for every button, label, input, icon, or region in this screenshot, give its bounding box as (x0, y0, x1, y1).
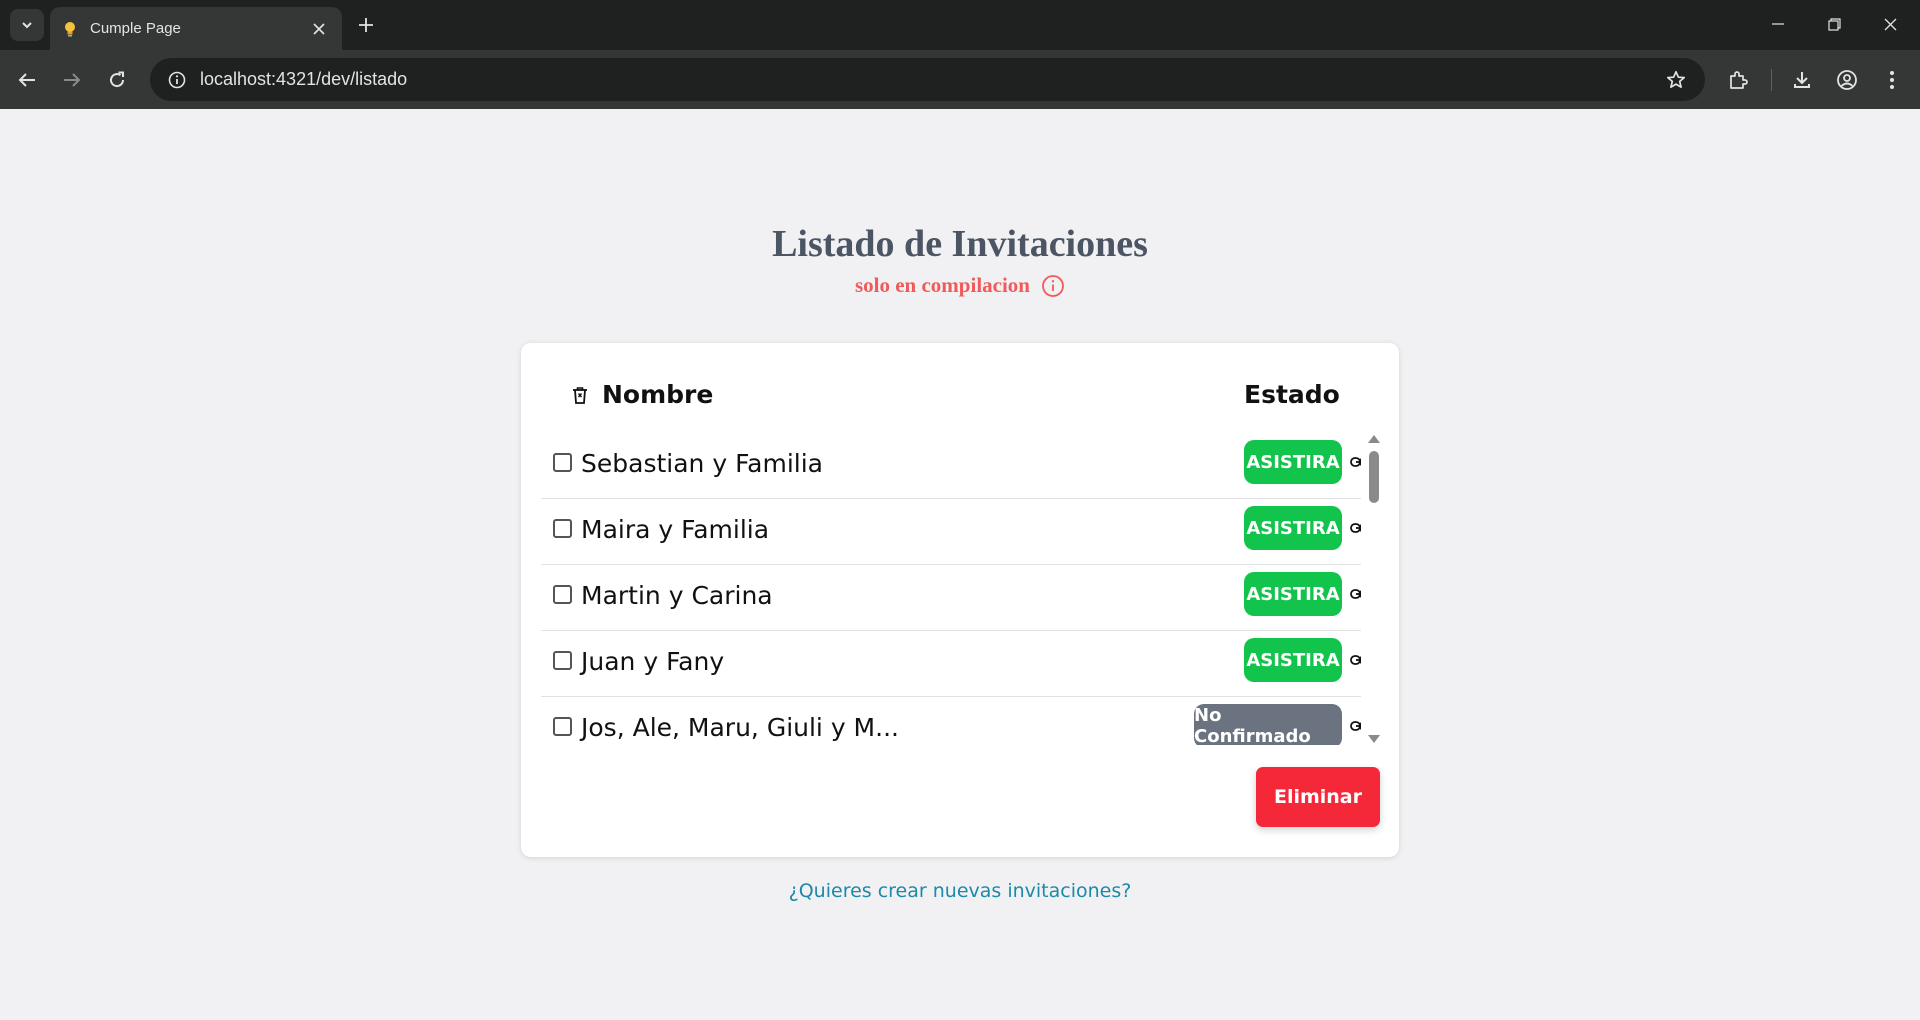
download-icon (1794, 72, 1810, 88)
minimize-icon (1772, 23, 1784, 25)
arrow-left-icon (18, 73, 35, 87)
table-header: Nombre Estado (551, 375, 1371, 415)
extensions-button[interactable] (1722, 64, 1754, 96)
minimize-button[interactable] (1758, 8, 1798, 40)
invitations-card: Nombre Estado Sebastian y Familia ASISTI… (521, 343, 1399, 857)
row-checkbox[interactable] (553, 519, 572, 538)
link-icon[interactable] (1349, 651, 1361, 669)
menu-button[interactable] (1876, 64, 1908, 96)
reload-icon (110, 71, 125, 88)
tab-search-button[interactable] (10, 9, 44, 41)
profile-button[interactable] (1831, 64, 1863, 96)
table-row: Juan y Fany ASISTIRA (541, 631, 1361, 697)
column-header-nombre: Nombre (602, 380, 714, 409)
guest-name: Juan y Fany (581, 647, 725, 676)
tab-active[interactable]: Cumple Page (50, 7, 342, 50)
table-row: Jos, Ale, Maru, Giuli y M... No Confirma… (541, 697, 1361, 745)
row-checkbox[interactable] (553, 717, 572, 736)
table-row: Sebastian y Familia ASISTIRA (541, 433, 1361, 499)
guest-name: Sebastian y Familia (581, 449, 823, 478)
status-badge: ASISTIRA (1244, 440, 1342, 484)
tab-strip: Cumple Page (0, 0, 1920, 50)
row-checkbox[interactable] (553, 453, 572, 472)
lightbulb-icon (62, 21, 78, 37)
account-icon (1837, 70, 1857, 90)
puzzle-icon (1730, 71, 1748, 89)
row-checkbox[interactable] (553, 651, 572, 670)
chevron-down-icon (22, 22, 32, 29)
scrollbar-thumb[interactable] (1369, 451, 1379, 503)
more-vertical-icon (1890, 71, 1894, 89)
scroll-down-arrow[interactable] (1368, 735, 1380, 743)
status-badge: ASISTIRA (1244, 506, 1342, 550)
list-scrollbar[interactable] (1366, 433, 1382, 745)
link-icon[interactable] (1349, 519, 1361, 537)
invitation-list[interactable]: Sebastian y Familia ASISTIRA Maira y Fam… (541, 433, 1361, 745)
trash-icon[interactable] (571, 385, 589, 405)
table-row: Maira y Familia ASISTIRA (541, 499, 1361, 565)
guest-name: Jos, Ale, Maru, Giuli y M... (581, 713, 899, 742)
scroll-up-arrow[interactable] (1368, 435, 1380, 443)
subtitle-text: solo en compilacion (854, 273, 1030, 297)
column-header-estado: Estado (1244, 380, 1340, 409)
restore-icon (1827, 17, 1841, 31)
info-icon[interactable] (1041, 274, 1065, 298)
plus-icon (359, 18, 373, 32)
guest-name: Martin y Carina (581, 581, 773, 610)
restore-button[interactable] (1814, 8, 1854, 40)
close-icon (1884, 18, 1896, 30)
window-close-button[interactable] (1870, 8, 1910, 40)
browser-chrome: Cumple Page localhost:4321/dev/listado (0, 0, 1920, 109)
site-info-icon[interactable] (162, 65, 192, 95)
status-badge: ASISTIRA (1244, 572, 1342, 616)
create-invitations-link[interactable]: ¿Quieres crear nuevas invitaciones? (0, 880, 1920, 902)
forward-button[interactable] (56, 64, 88, 96)
arrow-right-icon (64, 73, 81, 87)
link-icon[interactable] (1349, 717, 1361, 735)
url-text: localhost:4321/dev/listado (200, 69, 408, 89)
close-icon[interactable] (308, 18, 330, 40)
downloads-button[interactable] (1786, 64, 1818, 96)
page-title: Listado de Invitaciones (772, 223, 1148, 265)
address-bar[interactable]: localhost:4321/dev/listado (150, 58, 1705, 101)
new-tab-button[interactable] (352, 11, 380, 39)
link-icon[interactable] (1349, 453, 1361, 471)
status-badge: ASISTIRA (1244, 638, 1342, 682)
back-button[interactable] (11, 64, 43, 96)
table-row: Martin y Carina ASISTIRA (541, 565, 1361, 631)
row-checkbox[interactable] (553, 585, 572, 604)
reload-button[interactable] (101, 64, 133, 96)
link-icon[interactable] (1349, 585, 1361, 603)
guest-name: Maira y Familia (581, 515, 770, 544)
star-icon[interactable] (1661, 65, 1691, 95)
page-subtitle: solo en compilacion (0, 273, 1920, 298)
toolbar-separator (1771, 69, 1772, 91)
tab-title: Cumple Page (90, 20, 181, 37)
browser-toolbar: localhost:4321/dev/listado (0, 50, 1920, 109)
delete-button[interactable]: Eliminar (1256, 767, 1380, 827)
status-badge: No Confirmado (1194, 704, 1342, 745)
